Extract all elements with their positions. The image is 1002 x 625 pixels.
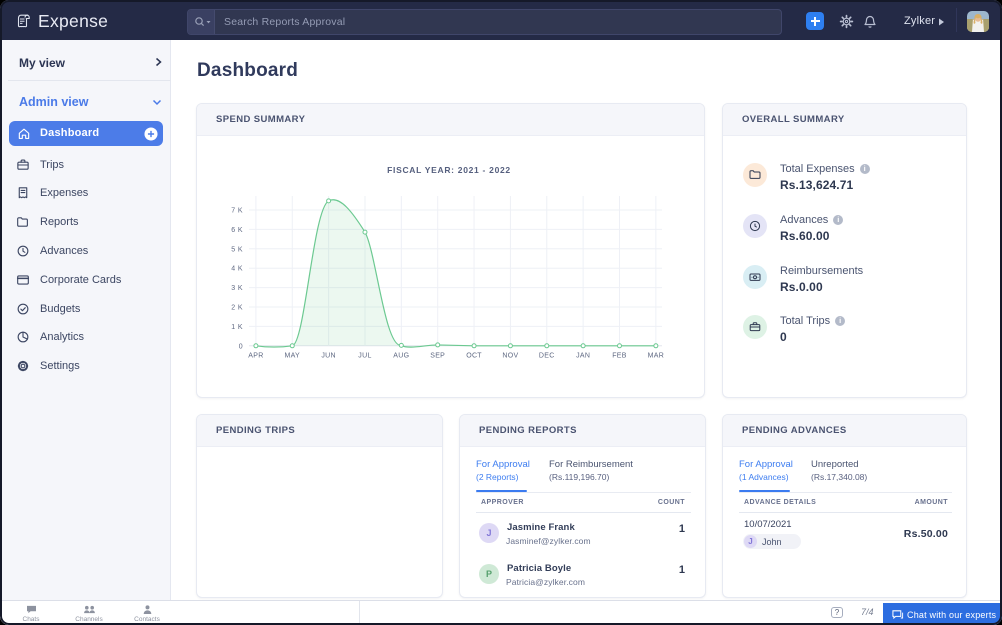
svg-text:5 K: 5 K xyxy=(231,246,243,253)
svg-text:JUN: JUN xyxy=(321,353,336,360)
svg-text:MAR: MAR xyxy=(648,353,664,360)
svg-text:OCT: OCT xyxy=(466,353,482,360)
svg-text:FEB: FEB xyxy=(612,353,627,360)
svg-text:APR: APR xyxy=(248,353,263,360)
svg-text:2 K: 2 K xyxy=(231,305,243,312)
svg-text:1 K: 1 K xyxy=(231,324,243,331)
svg-text:3 K: 3 K xyxy=(231,285,243,292)
svg-text:FISCAL YEAR: 2021 - 2022: FISCAL YEAR: 2021 - 2022 xyxy=(387,165,511,175)
svg-text:JUL: JUL xyxy=(358,353,371,360)
svg-text:0: 0 xyxy=(239,343,243,350)
svg-text:AUG: AUG xyxy=(393,353,409,360)
svg-text:6 K: 6 K xyxy=(231,227,243,234)
svg-text:MAY: MAY xyxy=(284,353,300,360)
svg-text:SEP: SEP xyxy=(430,353,445,360)
svg-text:JAN: JAN xyxy=(576,353,590,360)
svg-text:7 K: 7 K xyxy=(231,208,243,215)
svg-text:4 K: 4 K xyxy=(231,266,243,273)
svg-text:DEC: DEC xyxy=(539,353,555,360)
svg-text:NOV: NOV xyxy=(502,353,518,360)
